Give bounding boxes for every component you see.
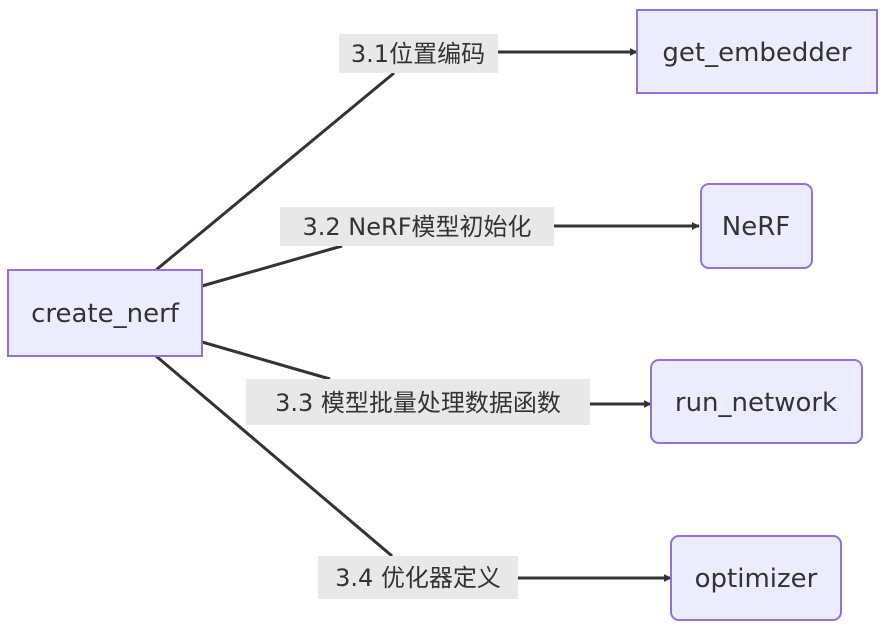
node-nerf-label: NeRF — [722, 212, 790, 242]
node-optimizer[interactable]: optimizer — [670, 535, 842, 621]
node-run-network-label: run_network — [675, 388, 837, 418]
flowchart-diagram: 3.1位置编码 3.2 NeRF模型初始化 3.3 模型批量处理数据函数 3.4… — [7, 9, 878, 621]
node-create-nerf-label: create_nerf — [31, 299, 180, 329]
edge-label-batch-processing-text: 3.3 模型批量处理数据函数 — [275, 389, 561, 417]
edge-label-nerf-init-text: 3.2 NeRF模型初始化 — [303, 213, 532, 241]
node-nerf[interactable]: NeRF — [700, 183, 813, 269]
edge-label-positional-encoding-text: 3.1位置编码 — [351, 40, 485, 68]
edge-label-optimizer-def-text: 3.4 优化器定义 — [335, 564, 501, 592]
node-run-network[interactable]: run_network — [650, 359, 863, 444]
node-get-embedder-label: get_embedder — [662, 38, 852, 68]
edge-label-nerf-init: 3.2 NeRF模型初始化 — [280, 207, 554, 246]
node-create-nerf[interactable]: create_nerf — [7, 269, 203, 357]
node-get-embedder[interactable]: get_embedder — [636, 9, 878, 94]
edge-label-positional-encoding: 3.1位置编码 — [339, 34, 498, 73]
edge-label-batch-processing: 3.3 模型批量处理数据函数 — [246, 379, 590, 425]
edge-label-optimizer-def: 3.4 优化器定义 — [318, 556, 518, 599]
node-optimizer-label: optimizer — [695, 564, 818, 594]
